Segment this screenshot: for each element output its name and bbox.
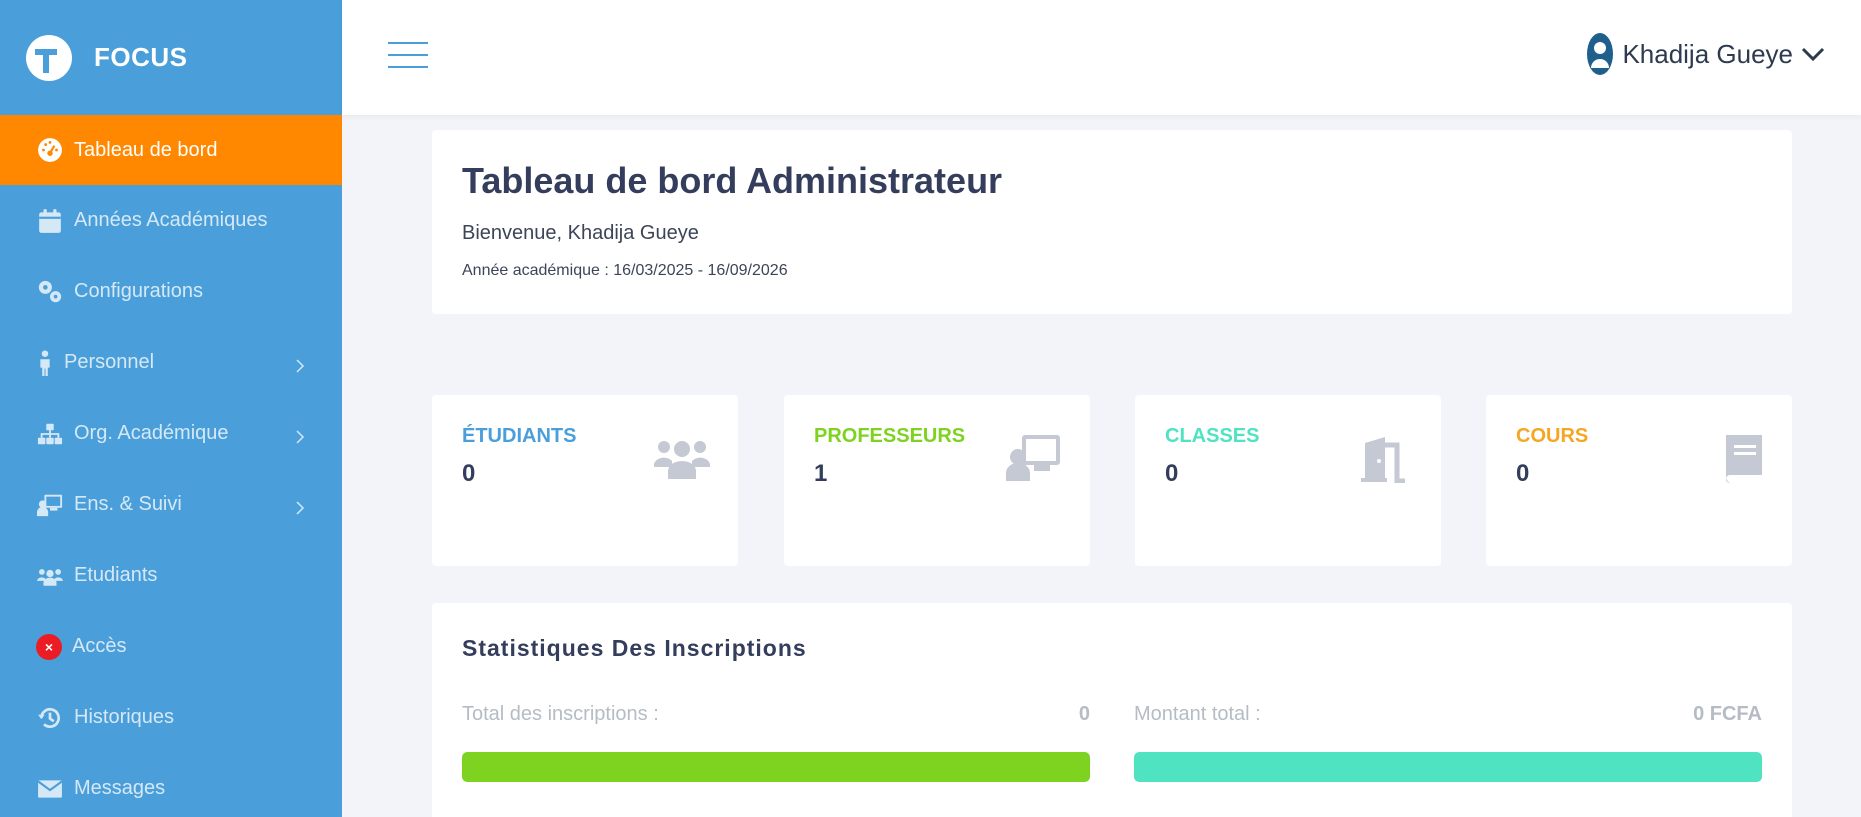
sidebar-item-historiques[interactable]: Historiques <box>0 682 342 753</box>
teacher-icon <box>36 491 64 519</box>
focus-logo-icon <box>26 34 72 81</box>
welcome-greeting: Bienvenue, Khadija Gueye <box>462 222 699 244</box>
calendar-icon <box>36 207 64 235</box>
progress-bar <box>1134 752 1762 782</box>
sidebar-item-label: Configurations <box>74 280 203 302</box>
sidebar-item-label: Personnel <box>64 351 155 373</box>
stat-card-cours: COURS 0 <box>1486 395 1792 566</box>
door-icon <box>1361 437 1405 483</box>
sitemap-icon <box>36 420 64 448</box>
history-icon <box>36 704 64 732</box>
metric-label: Total des inscriptions : <box>462 703 659 725</box>
menu-toggle-icon[interactable] <box>388 42 428 72</box>
enrollment-stats-panel: Statistiques Des Inscriptions Total des … <box>432 603 1792 817</box>
dashboard-icon <box>36 136 64 164</box>
stat-card-etudiants: ÉTUDIANTS 0 <box>432 395 738 566</box>
users-icon <box>654 441 710 479</box>
sidebar-item-etudiants[interactable]: Etudiants <box>0 540 342 611</box>
progress-bar-fill <box>462 752 1090 782</box>
stat-card-classes: CLASSES 0 <box>1135 395 1441 566</box>
progress-bar <box>462 752 1090 782</box>
gears-icon <box>36 278 64 306</box>
sidebar-item-ens-suivi[interactable]: Ens. & Suivi <box>0 469 342 540</box>
academic-year: Année académique : 16/03/2025 - 16/09/20… <box>462 262 788 279</box>
sidebar: FOCUS Tableau de bord Années Académiques… <box>0 0 342 817</box>
sidebar-item-label: Org. Académique <box>74 422 229 444</box>
panel-title: Statistiques Des Inscriptions <box>462 635 807 661</box>
sidebar-item-label: Tableau de bord <box>74 138 218 161</box>
user-avatar-icon <box>1587 33 1614 75</box>
chevron-right-icon <box>294 427 308 444</box>
user-name: Khadija Gueye <box>1622 38 1793 69</box>
close-circle-icon: × <box>36 633 62 660</box>
sidebar-item-label: Messages <box>74 777 166 799</box>
page-title: Tableau de bord Administrateur <box>462 160 1003 201</box>
brand[interactable]: FOCUS <box>0 0 342 115</box>
total-amount-metric: Montant total : 0 FCFA <box>1134 703 1762 782</box>
teacher-icon <box>1006 435 1060 481</box>
sidebar-item-personnel[interactable]: Personnel <box>0 327 342 398</box>
user-menu[interactable]: Khadija Gueye <box>1586 32 1825 76</box>
brand-name: FOCUS <box>94 42 188 72</box>
metric-value: 0 <box>1078 703 1090 725</box>
sidebar-item-tableau-de-bord[interactable]: Tableau de bord <box>0 115 342 185</box>
chevron-down-icon <box>1801 47 1825 62</box>
person-icon <box>36 349 54 377</box>
book-icon <box>1726 435 1762 483</box>
metric-label: Montant total : <box>1134 703 1261 725</box>
sidebar-item-label: Historiques <box>74 706 175 728</box>
total-enrollments-metric: Total des inscriptions : 0 <box>462 703 1090 782</box>
sidebar-item-configurations[interactable]: Configurations <box>0 256 342 327</box>
sidebar-item-annees-academiques[interactable]: Années Académiques <box>0 185 342 256</box>
sidebar-item-label: Accès <box>72 635 127 657</box>
sidebar-item-org-academique[interactable]: Org. Académique <box>0 398 342 469</box>
sidebar-item-acces[interactable]: × Accès <box>0 611 342 682</box>
sidebar-item-label: Années Académiques <box>74 209 268 231</box>
sidebar-item-label: Ens. & Suivi <box>74 493 182 515</box>
chevron-right-icon <box>294 498 308 515</box>
topbar: Khadija Gueye <box>342 0 1861 115</box>
stat-card-professeurs: PROFESSEURS 1 <box>784 395 1090 566</box>
welcome-card: Tableau de bord Administrateur Bienvenue… <box>432 130 1792 314</box>
chevron-right-icon <box>294 356 308 373</box>
metric-value: 0 FCFA <box>1693 703 1762 725</box>
sidebar-item-messages[interactable]: Messages <box>0 753 342 817</box>
users-icon <box>36 562 64 590</box>
sidebar-item-label: Etudiants <box>74 564 158 586</box>
envelope-icon <box>36 775 64 803</box>
progress-bar-fill <box>1134 752 1762 782</box>
